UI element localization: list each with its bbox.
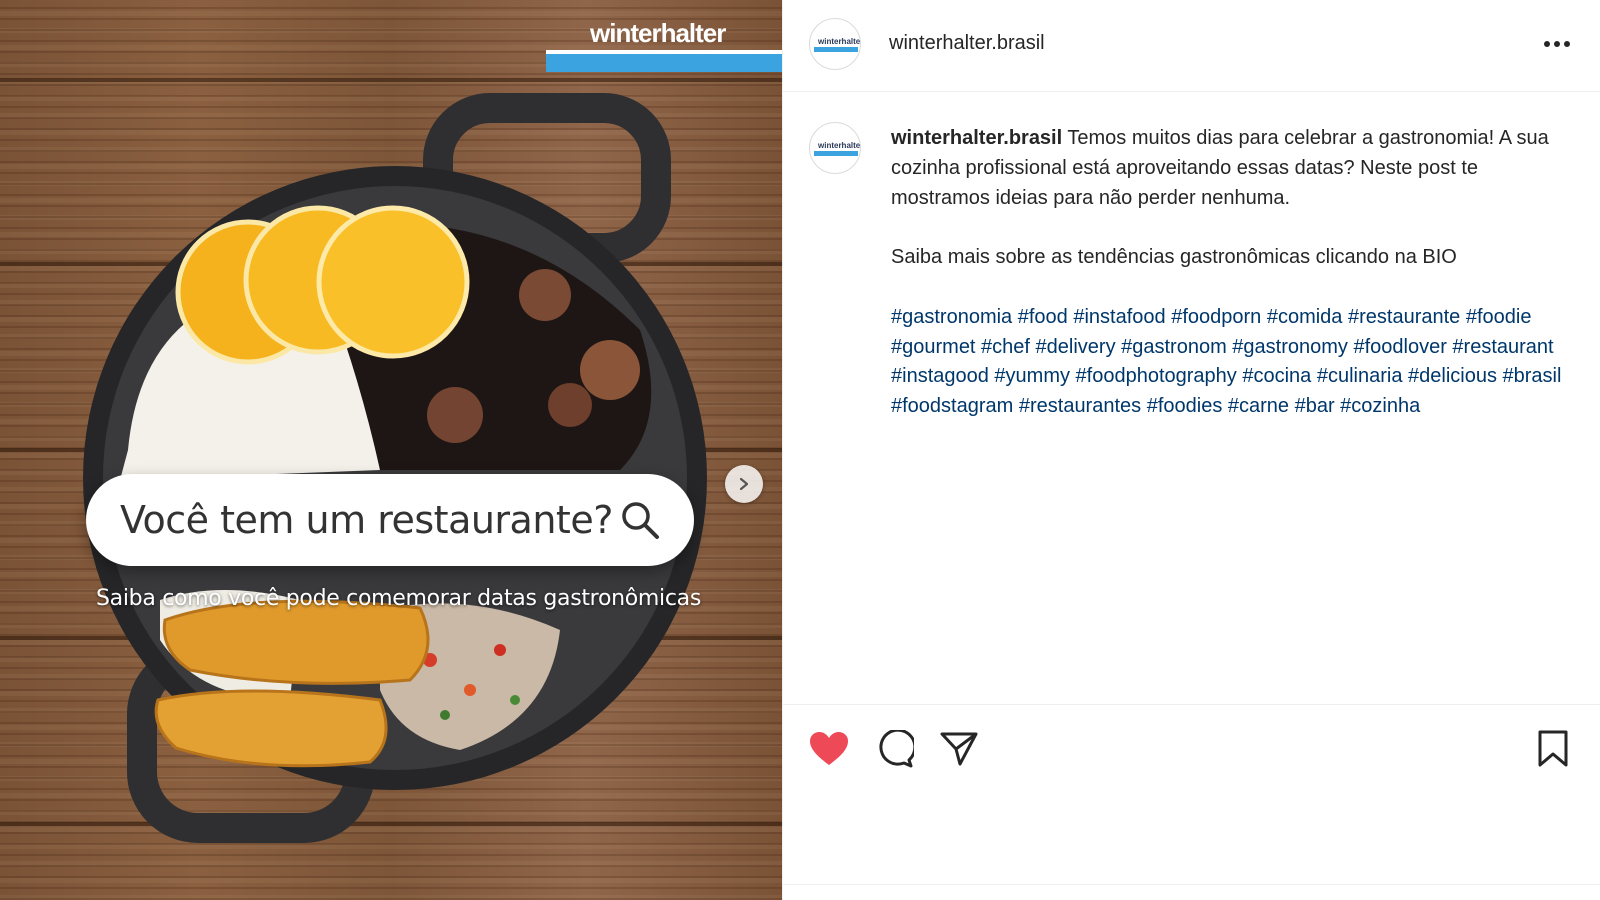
more-options-button[interactable] — [1539, 32, 1575, 56]
post-caption: winterhalter.brasil Temos muitos dias pa… — [891, 124, 1571, 422]
panel-divider — [783, 884, 1600, 885]
comment-button[interactable] — [873, 727, 917, 771]
tomato-bit — [494, 644, 506, 656]
avatar[interactable]: winterhalter — [809, 18, 861, 70]
post-actions-bar — [783, 704, 1600, 894]
more-horizontal-icon — [1544, 41, 1570, 47]
caption-paragraph-1: winterhalter.brasil Temos muitos dias pa… — [891, 124, 1571, 213]
send-icon — [940, 732, 978, 766]
post-header: winterhalter winterhalter.brasil — [783, 0, 1600, 92]
share-button[interactable] — [937, 727, 981, 771]
avatar-logo-bar — [814, 47, 858, 52]
post-image: winterhalter Você tem um restaurante? Sa… — [0, 0, 782, 900]
fried-banana — [154, 689, 388, 768]
avatar-logo-bar — [814, 151, 858, 156]
heart-icon — [810, 732, 848, 765]
orange-slice — [316, 205, 470, 359]
avatar-logo-text: winterhalter — [818, 141, 861, 150]
caption-avatar[interactable]: winterhalter — [809, 122, 861, 174]
header-username[interactable]: winterhalter.brasil — [889, 32, 1045, 55]
save-button[interactable] — [1531, 727, 1575, 771]
tomato-bit — [464, 684, 476, 696]
avatar-logo-text: winterhalter — [818, 37, 861, 46]
food-pan-illustration — [83, 93, 707, 843]
herb-bit — [440, 710, 450, 720]
search-icon — [622, 502, 659, 539]
caption-paragraph-2: Saiba mais sobre as tendências gastronôm… — [891, 246, 1457, 269]
caption-username[interactable]: winterhalter.brasil — [891, 127, 1062, 149]
fried-banana — [162, 599, 430, 685]
post-details-panel: winterhalter winterhalter.brasil winterh… — [782, 0, 1600, 900]
meat — [548, 383, 592, 427]
comment-icon — [879, 730, 914, 768]
like-button[interactable] — [807, 727, 851, 771]
caption-hashtags[interactable]: #gastronomia #food #instafood #foodporn … — [891, 303, 1571, 422]
meat — [580, 340, 640, 400]
bookmark-icon — [1538, 730, 1568, 767]
next-image-button[interactable] — [725, 465, 763, 503]
search-bar-text: Você tem um restaurante? — [120, 498, 613, 542]
search-bar-graphic: Você tem um restaurante? — [86, 474, 694, 566]
meat — [519, 269, 571, 321]
herb-bit — [510, 695, 520, 705]
meat — [427, 387, 483, 443]
image-subtitle: Saiba como você pode comemorar datas gas… — [96, 586, 701, 611]
chevron-right-icon — [739, 477, 749, 491]
